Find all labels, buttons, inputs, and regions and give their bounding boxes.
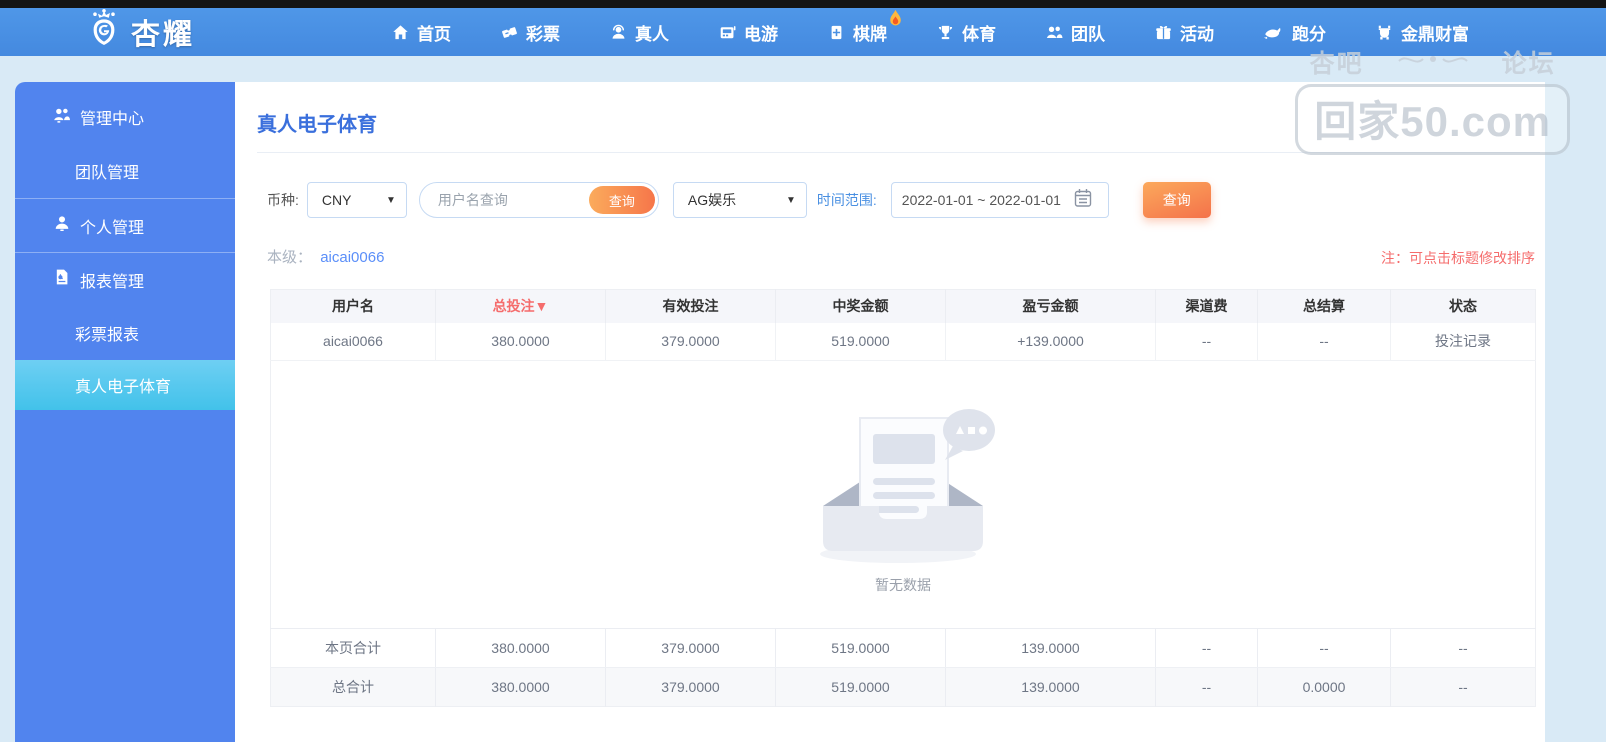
grand-total-row: 总合计 380.0000 379.0000 519.0000 139.0000 … bbox=[270, 667, 1536, 707]
inline-search-button[interactable]: 查询 bbox=[588, 186, 655, 214]
chevron-down-icon: ▼ bbox=[385, 194, 396, 206]
page-total-label: 本页合计 bbox=[270, 628, 436, 668]
top-navbar: 杏耀 首页 彩票 真人 电游 棋牌 体育 团队 活动 跑分 金鼎财富 bbox=[0, 8, 1606, 56]
date-range-label: 时间范围: bbox=[816, 192, 877, 208]
cell-win-amount: 519.0000 bbox=[775, 322, 946, 361]
col-header-profit[interactable]: 盈亏金额 bbox=[945, 289, 1156, 323]
sort-hint-note: 注：可点击标题修改排序 bbox=[1381, 250, 1535, 266]
gift-icon bbox=[1155, 24, 1172, 41]
nav-item-lottery[interactable]: 彩票 bbox=[501, 20, 560, 45]
sidebar-item-management-center[interactable]: 管理中心 bbox=[15, 90, 235, 144]
page-total-row: 本页合计 380.0000 379.0000 519.0000 139.0000… bbox=[270, 628, 1536, 668]
currency-label: 币种: bbox=[267, 192, 299, 208]
empty-inbox-illustration bbox=[803, 394, 1003, 569]
col-header-channel-fee[interactable]: 渠道费 bbox=[1155, 289, 1258, 323]
current-level: 本级： aicai0066 bbox=[267, 246, 384, 267]
nav-item-activity[interactable]: 活动 bbox=[1155, 20, 1214, 45]
brand-logo[interactable]: 杏耀 bbox=[84, 8, 196, 56]
calendar-icon bbox=[1074, 188, 1092, 213]
nav-item-paofen[interactable]: 跑分 bbox=[1264, 20, 1326, 45]
search-button[interactable]: 查询 bbox=[1142, 182, 1211, 218]
chevron-down-icon: ▼ bbox=[785, 194, 796, 206]
table-row: aicai0066 380.0000 379.0000 519.0000 +13… bbox=[270, 322, 1536, 361]
filter-bar: 币种: CNY ▼ 查询 AG娱乐 ▼ 时间范围: 查询 bbox=[267, 182, 1211, 218]
cell-valid-bet: 379.0000 bbox=[605, 322, 776, 361]
col-header-valid-bet[interactable]: 有效投注 bbox=[605, 289, 776, 323]
bet-record-link[interactable]: 投注记录 bbox=[1390, 322, 1536, 361]
title-divider bbox=[257, 152, 1540, 153]
col-header-win-amount[interactable]: 中奖金额 bbox=[775, 289, 946, 323]
nav-item-boardgames[interactable]: 棋牌 bbox=[828, 9, 901, 45]
cell-username: aicai0066 bbox=[270, 322, 436, 361]
username-search-group: 查询 bbox=[418, 182, 659, 218]
cards-icon bbox=[828, 24, 845, 41]
sidebar-item-report-management[interactable]: 报表管理 bbox=[15, 252, 235, 306]
nav-item-sports[interactable]: 体育 bbox=[937, 20, 996, 45]
ticket-icon bbox=[501, 24, 518, 41]
nav-item-egames[interactable]: 电游 bbox=[719, 20, 778, 45]
nav-item-live[interactable]: 真人 bbox=[610, 20, 669, 45]
crest-logo-icon bbox=[84, 8, 124, 56]
brand-name: 杏耀 bbox=[131, 19, 196, 51]
cell-channel-fee: -- bbox=[1155, 322, 1258, 361]
sidebar-item-team-management[interactable]: 团队管理 bbox=[15, 144, 235, 198]
platform-select[interactable]: AG娱乐 ▼ bbox=[672, 182, 807, 218]
user-icon bbox=[53, 214, 71, 237]
empty-text: 暂无数据 bbox=[875, 577, 931, 593]
whale-icon bbox=[1264, 24, 1284, 40]
nav-item-home[interactable]: 首页 bbox=[392, 20, 451, 45]
col-header-username[interactable]: 用户名 bbox=[270, 289, 436, 323]
username-search-input[interactable] bbox=[437, 184, 588, 216]
page-title: 真人电子体育 bbox=[257, 114, 377, 136]
col-header-settlement[interactable]: 总结算 bbox=[1257, 289, 1391, 323]
nav-item-team[interactable]: 团队 bbox=[1046, 20, 1105, 45]
date-range-picker[interactable] bbox=[890, 182, 1109, 218]
cell-profit: +139.0000 bbox=[945, 322, 1156, 361]
team-icon bbox=[1046, 24, 1063, 41]
cell-settlement: -- bbox=[1257, 322, 1391, 361]
cell-total-bet: 380.0000 bbox=[435, 322, 606, 361]
date-range-input[interactable] bbox=[901, 192, 1074, 208]
grand-total-label: 总合计 bbox=[270, 667, 436, 707]
report-table: 用户名 总投注▼ 有效投注 中奖金额 盈亏金额 渠道费 总结算 状态 aicai… bbox=[270, 289, 1536, 707]
nav-menu: 首页 彩票 真人 电游 棋牌 体育 团队 活动 跑分 金鼎财富 bbox=[392, 8, 1469, 56]
sidebar-item-personal-management[interactable]: 个人管理 bbox=[15, 198, 235, 252]
slot-machine-icon bbox=[719, 24, 736, 41]
report-icon bbox=[53, 268, 71, 291]
wealth-icon bbox=[1376, 24, 1393, 41]
management-icon bbox=[53, 106, 71, 129]
table-header-row: 用户名 总投注▼ 有效投注 中奖金额 盈亏金额 渠道费 总结算 状态 bbox=[270, 289, 1536, 323]
empty-state-row: 暂无数据 bbox=[270, 360, 1536, 629]
empty-state: 暂无数据 bbox=[271, 394, 1535, 595]
flame-icon bbox=[887, 9, 904, 33]
currency-select[interactable]: CNY ▼ bbox=[306, 182, 407, 218]
top-black-strip bbox=[0, 0, 1606, 8]
sidebar-item-lottery-report[interactable]: 彩票报表 bbox=[15, 306, 235, 360]
home-icon bbox=[392, 24, 409, 41]
col-header-status[interactable]: 状态 bbox=[1390, 289, 1536, 323]
level-label: 本级： bbox=[267, 249, 313, 266]
nav-item-wealth[interactable]: 金鼎财富 bbox=[1376, 20, 1469, 45]
live-dealer-icon bbox=[610, 24, 627, 41]
level-username-link[interactable]: aicai0066 bbox=[320, 249, 384, 266]
sidebar-item-live-esports[interactable]: 真人电子体育 bbox=[15, 360, 235, 410]
col-header-total-bet-sorted[interactable]: 总投注▼ bbox=[435, 289, 606, 323]
trophy-icon bbox=[937, 24, 954, 41]
sidebar: 管理中心 团队管理 个人管理 报表管理 彩票报表 真人电子体育 bbox=[15, 82, 235, 742]
main-panel: 真人电子体育 币种: CNY ▼ 查询 AG娱乐 ▼ 时间范围: 查询 bbox=[235, 82, 1545, 742]
